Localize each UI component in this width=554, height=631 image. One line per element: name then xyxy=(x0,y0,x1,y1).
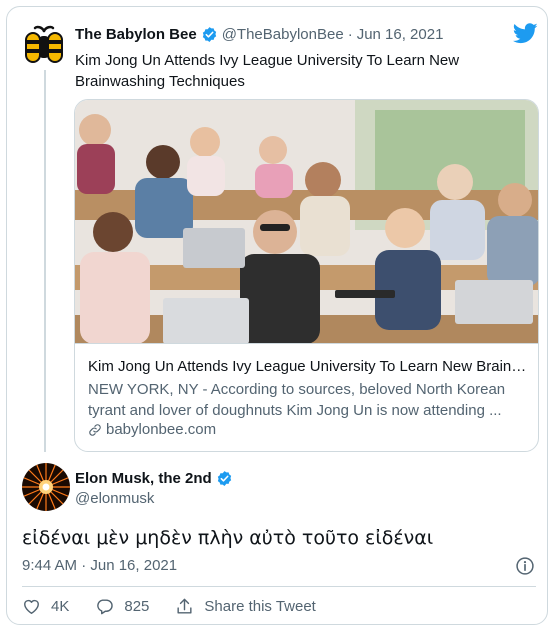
verified-badge-icon xyxy=(202,27,216,42)
like-count: 4K xyxy=(51,598,70,615)
tweet-timestamp[interactable]: 9:44 AM · Jun 16, 2021 xyxy=(22,557,177,574)
separator-dot: · xyxy=(347,26,353,43)
link-card-domain[interactable]: babylonbee.com xyxy=(88,421,216,438)
info-icon[interactable] xyxy=(515,556,535,576)
tweet1-header: The Babylon Bee @TheBabylonBee · Jun 16,… xyxy=(75,26,443,43)
tweet2-header: Elon Musk, the 2nd xyxy=(75,470,237,487)
link-preview-card[interactable]: Kim Jong Un Attends Ivy League Universit… xyxy=(74,99,539,452)
tweet-date[interactable]: Jun 16, 2021 xyxy=(357,26,444,43)
reply-icon xyxy=(97,599,114,615)
share-icon xyxy=(177,598,192,614)
link-domain-text: babylonbee.com xyxy=(106,421,217,438)
author-handle[interactable]: @elonmusk xyxy=(75,490,154,507)
classroom-photo-illustration xyxy=(75,100,538,343)
heart-icon xyxy=(24,599,39,614)
tweet1-text: Kim Jong Un Attends Ivy League Universit… xyxy=(75,52,460,90)
babylon-bee-logo-icon[interactable] xyxy=(22,22,66,66)
divider xyxy=(22,586,536,587)
avatar[interactable] xyxy=(22,463,70,511)
author-name[interactable]: Elon Musk, the 2nd xyxy=(75,470,212,487)
tweet2-text: εἰδέναι μὲν μηδὲν πλὴν αὐτὸ τοῦτο εἰδένα… xyxy=(22,527,434,549)
share-button[interactable]: Share this Tweet xyxy=(175,597,316,616)
reply-button[interactable]: 825 xyxy=(95,597,149,616)
action-bar: 4K 825 Share this Tweet xyxy=(22,597,342,616)
twitter-bird-icon[interactable] xyxy=(513,23,538,44)
article-image[interactable] xyxy=(75,100,538,344)
verified-badge-icon xyxy=(217,471,231,486)
share-label: Share this Tweet xyxy=(204,598,316,615)
like-button[interactable]: 4K xyxy=(22,597,69,616)
author-handle[interactable]: @TheBabylonBee xyxy=(222,26,344,43)
thread-connector-line xyxy=(44,70,46,452)
link-card-description: NEW YORK, NY - According to sources, bel… xyxy=(88,381,506,419)
reply-count: 825 xyxy=(124,598,150,615)
author-name[interactable]: The Babylon Bee xyxy=(75,26,197,43)
link-card-title[interactable]: Kim Jong Un Attends Ivy League Universit… xyxy=(88,356,528,377)
link-icon xyxy=(89,423,101,436)
